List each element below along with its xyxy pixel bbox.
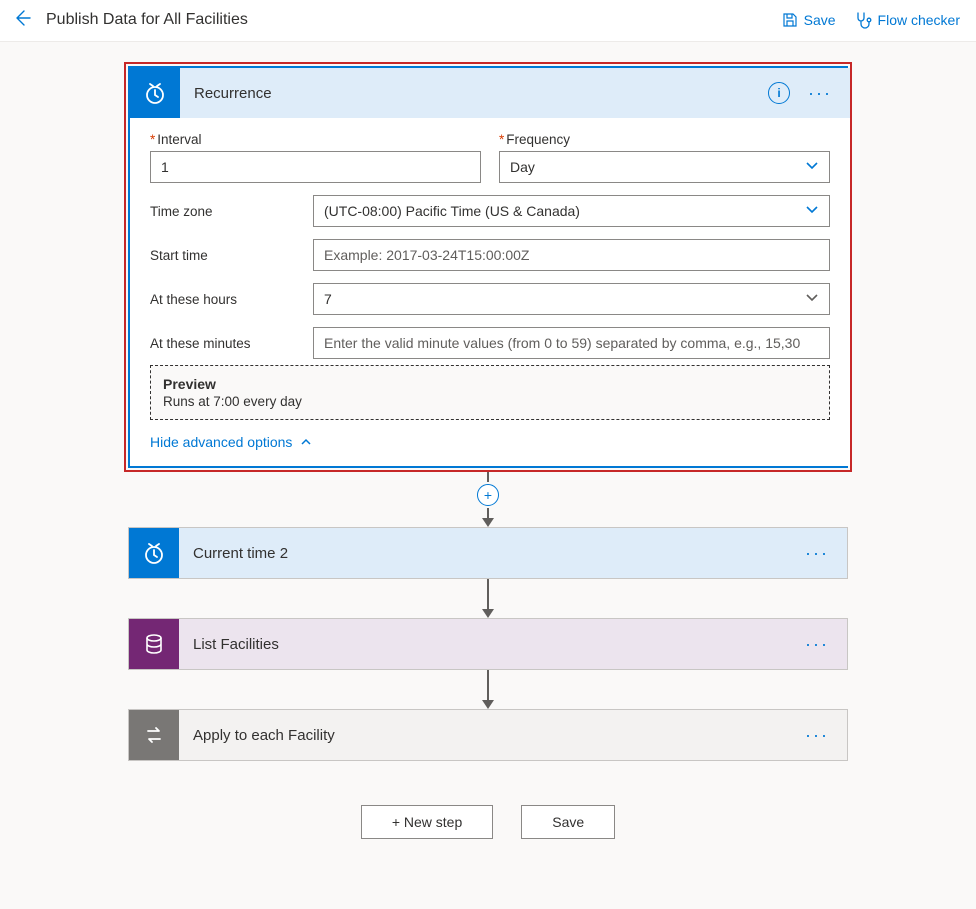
frequency-label: *Frequency [499, 132, 830, 147]
preview-title: Preview [163, 376, 817, 392]
database-icon [129, 619, 179, 669]
apply-each-card[interactable]: Apply to each Facility ··· [128, 709, 848, 761]
more-menu-icon[interactable]: ··· [805, 544, 829, 562]
loop-icon [129, 710, 179, 760]
more-menu-icon[interactable]: ··· [805, 635, 829, 653]
save-icon [782, 12, 798, 28]
page-title: Publish Data for All Facilities [46, 11, 782, 29]
starttime-label: Start time [150, 248, 295, 263]
more-menu-icon[interactable]: ··· [805, 726, 829, 744]
footer-buttons: + New step Save [361, 805, 615, 839]
clock-icon [130, 68, 180, 118]
info-icon[interactable]: i [768, 82, 790, 104]
back-icon[interactable] [12, 8, 32, 31]
preview-box: Preview Runs at 7:00 every day [150, 365, 830, 420]
timezone-label: Time zone [150, 204, 295, 219]
recurrence-highlight: Recurrence i ··· *Interval *Frequency [124, 62, 852, 472]
hours-select[interactable]: 7 [313, 283, 830, 315]
chevron-up-icon [300, 436, 312, 448]
recurrence-card[interactable]: Recurrence i ··· *Interval *Frequency [130, 68, 850, 466]
save-button[interactable]: Save [782, 12, 836, 28]
clock-icon [129, 528, 179, 578]
current-time-title: Current time 2 [179, 545, 805, 562]
preview-text: Runs at 7:00 every day [163, 394, 817, 409]
new-step-button[interactable]: + New step [361, 805, 493, 839]
timezone-select[interactable]: (UTC-08:00) Pacific Time (US & Canada) [313, 195, 830, 227]
connector [482, 579, 494, 618]
add-step-icon[interactable]: + [477, 484, 499, 506]
footer-save-button[interactable]: Save [521, 805, 615, 839]
frequency-select[interactable]: Day [499, 151, 830, 183]
hours-label: At these hours [150, 292, 295, 307]
flow-checker-button[interactable]: Flow checker [854, 11, 960, 29]
hide-advanced-link[interactable]: Hide advanced options [150, 434, 830, 450]
list-facilities-card[interactable]: List Facilities ··· [128, 618, 848, 670]
minutes-label: At these minutes [150, 336, 295, 351]
starttime-input[interactable] [313, 239, 830, 271]
flow-canvas: Recurrence i ··· *Interval *Frequency [0, 42, 976, 879]
apply-each-title: Apply to each Facility [179, 727, 805, 744]
connector [482, 670, 494, 709]
list-facilities-title: List Facilities [179, 636, 805, 653]
chevron-down-icon [805, 291, 819, 308]
recurrence-body: *Interval *Frequency Day Time zone [130, 118, 850, 466]
current-time-card[interactable]: Current time 2 ··· [128, 527, 848, 579]
interval-input[interactable] [150, 151, 481, 183]
connector-plus: + [477, 472, 499, 527]
more-menu-icon[interactable]: ··· [808, 84, 832, 102]
chevron-down-icon [805, 159, 819, 176]
interval-label: *Interval [150, 132, 481, 147]
minutes-input[interactable] [313, 327, 830, 359]
stethoscope-icon [854, 11, 872, 29]
recurrence-title: Recurrence [180, 85, 768, 102]
recurrence-header[interactable]: Recurrence i ··· [130, 68, 850, 118]
chevron-down-icon [805, 203, 819, 220]
topbar: Publish Data for All Facilities Save Flo… [0, 0, 976, 42]
